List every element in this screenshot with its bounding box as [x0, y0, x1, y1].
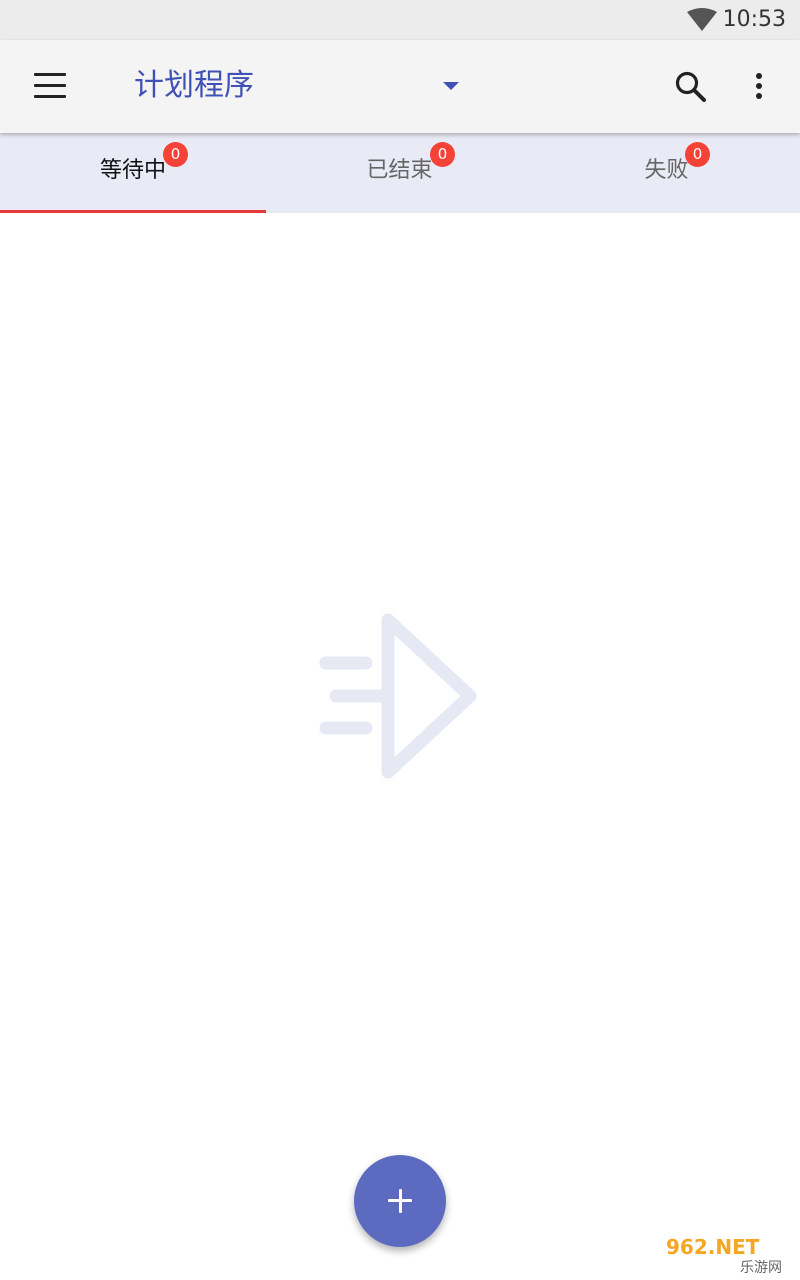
app-bar: 计划程序 [0, 40, 800, 133]
more-options-button[interactable] [738, 62, 782, 110]
tab-failed[interactable]: 失败 0 [533, 133, 800, 213]
status-bar: 10:53 [0, 0, 800, 40]
tab-indicator [0, 210, 266, 213]
status-time: 10:53 [722, 7, 786, 32]
screen: 10:53 计划程序 等待中 0 已结束 0 失败 0 962.NET 乐游网 [0, 0, 800, 1280]
tab-pending[interactable]: 等待中 0 [0, 133, 266, 213]
tab-label: 等待中 [99, 158, 166, 183]
add-fab-button[interactable] [354, 1155, 446, 1247]
watermark-text-bottom: 乐游网 [740, 1260, 782, 1276]
watermark-logo: 962.NET 乐游网 [660, 1232, 796, 1276]
search-button[interactable] [666, 62, 714, 110]
tab-label: 失败 [644, 158, 689, 183]
tab-bar: 等待中 0 已结束 0 失败 0 [0, 133, 800, 213]
tab-label: 已结束 [366, 158, 433, 183]
tab-badge: 0 [685, 142, 710, 167]
watermark-text-top: 962.NET [666, 1235, 760, 1259]
tab-badge: 0 [430, 142, 455, 167]
tab-finished[interactable]: 已结束 0 [266, 133, 533, 213]
app-title[interactable]: 计划程序 [134, 64, 254, 108]
search-icon [675, 71, 706, 102]
wifi-icon [687, 8, 717, 31]
menu-button[interactable] [22, 62, 78, 110]
tab-badge: 0 [163, 142, 188, 167]
dropdown-arrow-icon [443, 82, 459, 90]
send-arrow-icon [319, 613, 477, 779]
title-dropdown-button[interactable] [430, 64, 472, 108]
